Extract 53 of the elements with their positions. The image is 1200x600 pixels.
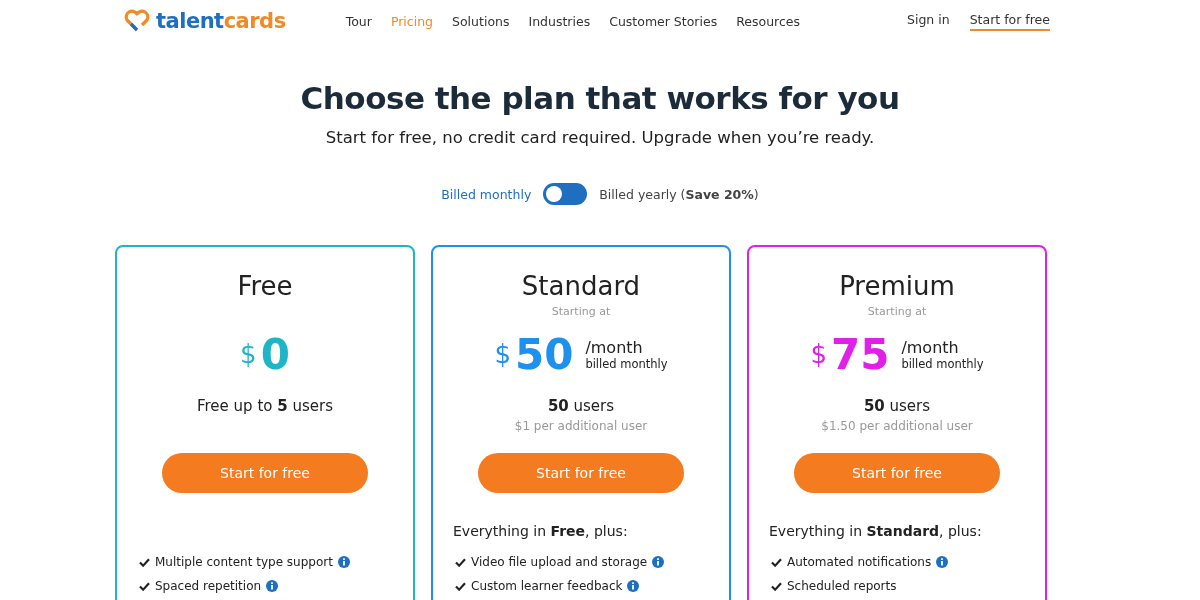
feature-text: Spaced repetition <box>155 579 262 593</box>
price-amount: 50 <box>514 329 574 379</box>
starting-at-label: Starting at <box>551 305 611 318</box>
info-icon[interactable] <box>627 580 640 592</box>
feature-text: Scheduled reports <box>787 579 897 593</box>
additional-user-price: $1 per additional user <box>514 419 648 433</box>
plan-includes-text: Everything in Standard, plus: <box>769 523 982 539</box>
currency-symbol: $ <box>494 339 511 369</box>
feature-text: Video file upload and storage <box>471 555 648 569</box>
price-amount: 0 <box>260 329 290 379</box>
user-count: 50 users <box>547 397 615 415</box>
plan-name: Premium <box>839 271 955 301</box>
price-amount: 75 <box>830 329 890 379</box>
nav-link[interactable]: Tour <box>345 13 372 29</box>
starting-at-label: Starting at <box>867 305 927 318</box>
nav-link[interactable]: Solutions <box>452 13 510 29</box>
feature-text: Custom learner feedback <box>471 579 623 593</box>
additional-user-price: $1.50 per additional user <box>821 419 973 433</box>
start-for-free-link[interactable]: Start for free <box>969 11 1050 31</box>
info-icon[interactable] <box>266 580 279 592</box>
check-icon <box>139 557 150 567</box>
check-icon <box>139 581 150 591</box>
nav-link[interactable]: Resources <box>736 13 800 29</box>
user-count: 50 users <box>863 397 931 415</box>
billing-toggle[interactable] <box>543 183 588 205</box>
price-period: /month <box>585 337 644 357</box>
heart-logo-icon <box>123 9 151 33</box>
info-icon[interactable] <box>652 556 665 568</box>
price-period: /month <box>901 337 960 357</box>
info-icon[interactable] <box>936 556 949 568</box>
brand-name[interactable]: talentcards <box>156 9 286 33</box>
currency-symbol: $ <box>240 339 257 369</box>
billing-note: billed monthly <box>585 356 668 371</box>
user-count: Free up to 5 users <box>197 397 333 415</box>
check-icon <box>771 581 782 591</box>
currency-symbol: $ <box>810 339 827 369</box>
sign-in-link[interactable]: Sign in <box>907 11 950 31</box>
feature-text: Automated notifications <box>787 555 932 569</box>
page-title: Choose the plan that works for you <box>299 80 901 116</box>
billed-monthly-label: Billed monthly <box>441 186 532 202</box>
plan-name: Standard <box>521 271 641 301</box>
page-subtitle: Start for free, no credit card required. Upgrade when you’re ready. <box>324 128 876 147</box>
plan-name: Free <box>237 271 293 301</box>
check-icon <box>455 581 466 591</box>
billing-note: billed monthly <box>901 356 984 371</box>
nav-link[interactable]: Customer Stories <box>609 13 718 29</box>
feature-text: Multiple content type support <box>155 555 333 569</box>
billed-yearly-label: Billed yearly (Save 20%) <box>599 186 759 202</box>
check-icon <box>455 557 466 567</box>
info-icon[interactable] <box>337 556 350 568</box>
plan-includes-text: Everything in Free, plus: <box>453 523 628 539</box>
nav-link[interactable]: Industries <box>528 13 591 29</box>
check-icon <box>771 557 782 567</box>
